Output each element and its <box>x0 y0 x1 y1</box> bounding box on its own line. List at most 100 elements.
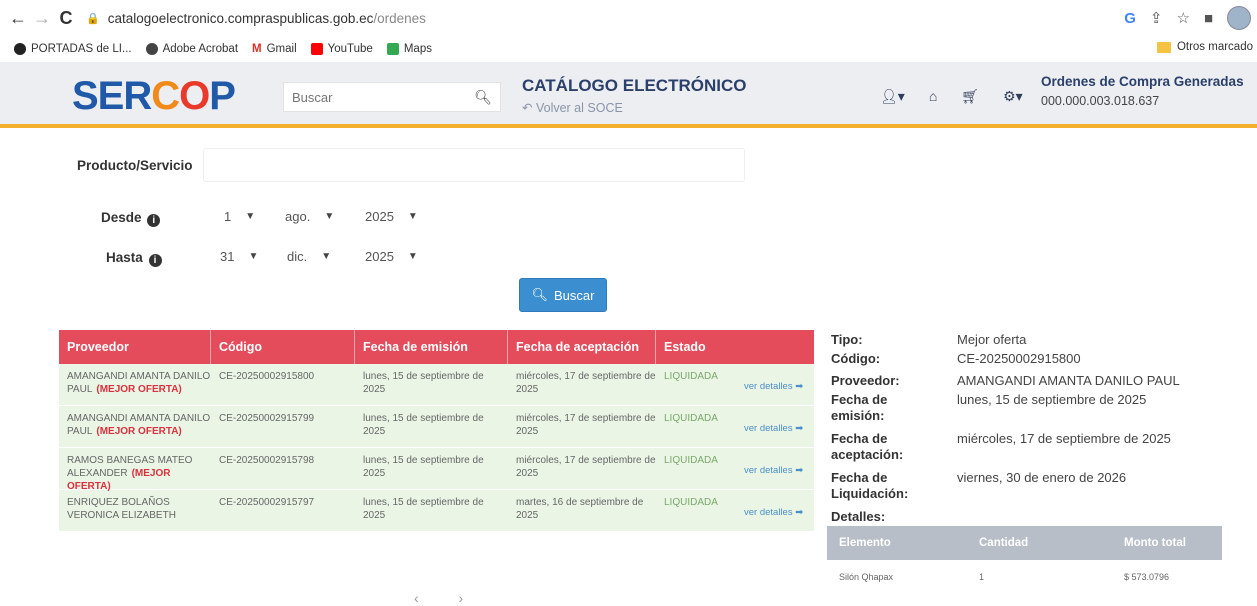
estado-value: LIQUIDADA <box>664 371 718 382</box>
info-icon[interactable]: i <box>147 214 161 227</box>
chevron-down-icon: ▼ <box>324 210 335 222</box>
column-header[interactable]: Fecha de emisión <box>355 330 508 364</box>
detail-items-table: Elemento Cantidad Monto total Silón Qhap… <box>827 526 1222 590</box>
hasta-year-select[interactable]: 2025 ▼ <box>365 242 418 270</box>
detail-label: Fecha de aceptación: <box>831 431 904 462</box>
bookmark-label: Maps <box>403 43 432 55</box>
column-header: Cantidad <box>979 537 1029 549</box>
codigo-cell: CE-20250002915800 <box>219 371 315 382</box>
chevron-down-icon: ▼ <box>245 210 256 222</box>
table-row[interactable]: ENRIQUEZ BOLAÑOS VERONICA ELIZABETH CE-2… <box>59 490 814 532</box>
selected-value: 2025 <box>365 208 394 224</box>
mejor-oferta-badge: (MEJOR OFERTA) <box>96 384 182 395</box>
cart-icon[interactable]: 🛒︎ <box>961 88 979 105</box>
maps-icon <box>386 43 399 55</box>
settings-icon[interactable]: ⚙▾ <box>1003 88 1023 105</box>
google-icon[interactable]: G <box>1124 10 1136 27</box>
emision-cell: lunes, 15 de septiembre de 2025 <box>363 455 484 479</box>
bookmark-label: PORTADAS de LI... <box>31 43 132 55</box>
bookmark-label: Adobe Acrobat <box>162 43 239 55</box>
hasta-month-select[interactable]: dic. ▼ <box>287 242 331 270</box>
table-row[interactable]: RAMOS BANEGAS MATEO ALEXANDER (MEJOR OFER… <box>59 448 814 492</box>
column-header[interactable]: Estado <box>656 330 814 364</box>
ver-detalles-link[interactable]: ver detalles ➡ <box>736 490 803 531</box>
search-icon: 🔍︎ <box>531 287 549 302</box>
other-bookmarks[interactable]: Otros marcado <box>1156 41 1253 53</box>
selected-value: 31 <box>220 248 235 264</box>
desde-month-select[interactable]: ago. ▼ <box>285 202 334 230</box>
chevron-down-icon: ▼ <box>321 250 332 262</box>
catalog-title: CATÁLOGO ELECTRÓNICO <box>522 76 747 95</box>
acrobat-icon <box>145 43 158 55</box>
star-icon[interactable]: ☆ <box>1176 9 1189 27</box>
back-link-label: Volver al SOCE <box>535 101 623 115</box>
ver-detalles-link[interactable]: ver detalles ➡ <box>736 364 803 405</box>
ver-label: ver detalles <box>744 381 793 392</box>
back-to-soce-link[interactable]: ↶ Volver al SOCE <box>522 100 623 115</box>
ver-detalles-link[interactable]: ver detalles ➡ <box>736 406 803 447</box>
detail-aceptacion: miércoles, 17 de septiembre de 2025 <box>957 431 1171 446</box>
codigo-cell: CE-20250002915797 <box>219 497 315 508</box>
column-header[interactable]: Fecha de aceptación <box>508 330 656 364</box>
column-header: Elemento <box>839 537 891 549</box>
user-icon[interactable]: 👤︎▾ <box>880 88 905 105</box>
buscar-button[interactable]: 🔍︎ Buscar <box>519 278 607 312</box>
chevron-down-icon: ▼ <box>407 210 418 222</box>
estado-value: LIQUIDADA <box>664 497 718 508</box>
bookmarks-bar: PORTADAS de LI... Adobe Acrobat M Gmail … <box>0 36 1257 62</box>
sidepanel-icon[interactable]: ■ <box>1204 10 1213 27</box>
lock-icon: 🔒 <box>86 12 100 25</box>
profile-avatar[interactable] <box>1227 6 1251 30</box>
detail-label: Fecha de emisión: <box>831 392 888 423</box>
hasta-day-select[interactable]: 31 ▼ <box>220 242 258 270</box>
sercop-logo[interactable]: SERCOP <box>72 74 236 119</box>
back-arrow-icon[interactable]: ← <box>6 6 30 30</box>
bookmark-maps[interactable]: Maps <box>386 43 432 55</box>
column-header[interactable]: Código <box>211 330 355 364</box>
estado-cell: LIQUIDADA <box>656 490 736 531</box>
aceptacion-cell: miércoles, 17 de septiembre de 2025 <box>516 455 656 479</box>
aceptacion-cell: martes, 16 de septiembre de 2025 <box>516 497 644 521</box>
table-row[interactable]: AMANGANDI AMANTA DANILO PAUL (MEJOR OFERT… <box>59 406 814 448</box>
aceptacion-cell: miércoles, 17 de septiembre de 2025 <box>516 413 656 437</box>
bookmark-label: Gmail <box>266 43 297 55</box>
ver-detalles-link[interactable]: ver detalles ➡ <box>736 448 803 489</box>
hasta-label: Hasta i <box>106 250 162 267</box>
search-input[interactable] <box>284 89 464 105</box>
proveedor-cell: ENRIQUEZ BOLAÑOS VERONICA ELIZABETH <box>59 490 211 531</box>
producto-input[interactable] <box>203 148 745 182</box>
browser-actions: G ⇪ ☆ ■ <box>1124 6 1251 30</box>
gmail-icon: M <box>252 43 262 55</box>
detail-tipo: Mejor oferta <box>957 332 1027 347</box>
ver-label: ver detalles <box>744 507 793 518</box>
column-header[interactable]: Proveedor <box>59 330 211 364</box>
desde-year-select[interactable]: 2025 ▼ <box>365 202 418 230</box>
desde-day-select[interactable]: 1 ▼ <box>224 202 255 230</box>
forward-arrow-icon[interactable]: → <box>30 6 54 30</box>
proveedor-cell: AMANGANDI AMANTA DANILO PAUL (MEJOR OFERT… <box>59 406 211 447</box>
bookmark-label: YouTube <box>327 43 373 55</box>
bookmark-acrobat[interactable]: Adobe Acrobat <box>145 43 239 55</box>
table-header: Elemento Cantidad Monto total <box>827 526 1222 560</box>
proveedor-cell: RAMOS BANEGAS MATEO ALEXANDER (MEJOR OFER… <box>59 448 211 492</box>
url-host: catalogoelectronico.compraspublicas.gob.… <box>107 10 374 26</box>
url-path: /ordenes <box>373 10 426 26</box>
reload-icon[interactable]: C <box>54 6 78 30</box>
estado-value: LIQUIDADA <box>664 455 718 466</box>
search-icon[interactable]: 🔍︎ <box>474 89 492 106</box>
share-icon[interactable]: ⇪ <box>1150 9 1163 27</box>
bookmark-youtube[interactable]: YouTube <box>310 43 373 55</box>
home-icon[interactable]: ⌂ <box>929 88 937 105</box>
address-bar[interactable]: 🔒 catalogoelectronico.compraspublicas.go… <box>86 11 426 26</box>
info-icon[interactable]: i <box>148 254 162 267</box>
table-row[interactable]: AMANGANDI AMANTA DANILO PAUL (MEJOR OFERT… <box>59 364 814 406</box>
pagination[interactable]: ‹ › <box>414 590 481 606</box>
detail-label: Código: <box>831 351 881 366</box>
detail-codigo: CE-20250002915800 <box>957 351 1081 366</box>
bookmark-portadas[interactable]: PORTADAS de LI... <box>14 43 132 55</box>
chevron-down-icon: ▼ <box>248 250 259 262</box>
emision-cell: lunes, 15 de septiembre de 2025 <box>363 413 484 437</box>
table-header: Proveedor Código Fecha de emisión Fecha … <box>59 330 814 364</box>
arrow-right-icon: ➡ <box>795 423 804 434</box>
bookmark-gmail[interactable]: M Gmail <box>252 43 297 55</box>
